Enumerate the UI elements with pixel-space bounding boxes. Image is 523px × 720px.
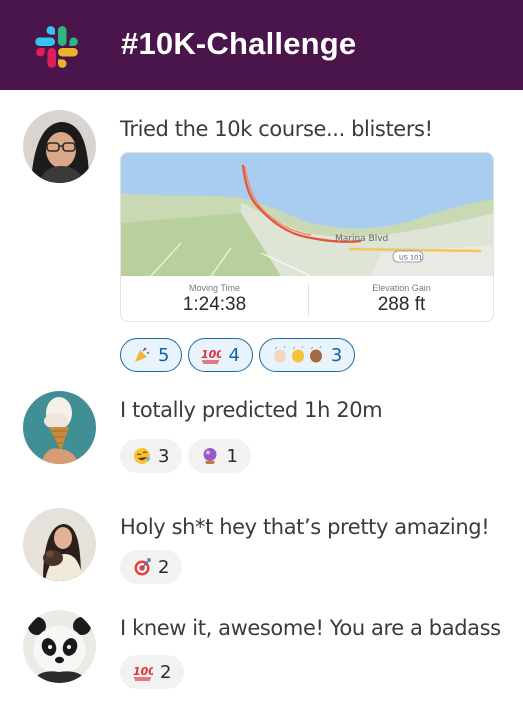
ice-cream-avatar-icon bbox=[23, 391, 96, 464]
map-road-badge: US 101 bbox=[399, 254, 422, 262]
svg-text:100: 100 bbox=[201, 348, 221, 361]
avatar[interactable] bbox=[23, 110, 96, 183]
reaction-rolling-laughing[interactable]: 3 bbox=[120, 439, 183, 473]
crystal-ball-icon bbox=[201, 447, 219, 465]
route-map: Marina Blvd US 101 bbox=[121, 153, 493, 276]
hundred-points-icon: 100 bbox=[133, 663, 153, 681]
elevation-stat: Elevation Gain 288 ft bbox=[308, 276, 493, 321]
reaction-party-popper[interactable]: 5 bbox=[120, 338, 183, 372]
reaction-count: 1 bbox=[226, 445, 238, 467]
moving-time-stat: Moving Time 1:24:38 bbox=[121, 276, 308, 321]
party-popper-icon bbox=[133, 346, 151, 364]
woman-dog-avatar-icon bbox=[23, 508, 96, 581]
reaction-bar: 5 100 4 3 bbox=[120, 338, 356, 372]
message-text: Tried the 10k course... blisters! bbox=[120, 117, 433, 141]
clapping-hands-icon bbox=[272, 346, 324, 364]
elevation-value: 288 ft bbox=[377, 294, 426, 315]
moving-time-label: Moving Time bbox=[188, 283, 241, 293]
reaction-crystal-ball[interactable]: 1 bbox=[188, 439, 251, 473]
reaction-count: 3 bbox=[330, 344, 343, 366]
channel-header: #10K-Challenge bbox=[0, 0, 523, 90]
svg-text:100: 100 bbox=[133, 665, 153, 678]
reaction-count: 5 bbox=[158, 344, 170, 366]
reaction-hundred-points[interactable]: 100 4 bbox=[188, 338, 253, 372]
reaction-clapping-hands[interactable]: 3 bbox=[258, 338, 356, 372]
reaction-bar: 3 1 bbox=[120, 439, 251, 473]
reaction-direct-hit[interactable]: 2 bbox=[120, 550, 183, 584]
avatar[interactable] bbox=[23, 508, 96, 581]
reaction-hundred-points[interactable]: 100 2 bbox=[120, 655, 185, 689]
message-text: I knew it, awesome! You are a badass bbox=[120, 616, 501, 640]
rolling-laughing-icon bbox=[133, 447, 151, 465]
reaction-bar: 2 bbox=[120, 550, 183, 584]
channel-title[interactable]: #10K-Challenge bbox=[121, 26, 356, 62]
moving-time-value: 1:24:38 bbox=[182, 294, 247, 315]
reaction-count: 3 bbox=[158, 445, 170, 467]
reaction-count: 4 bbox=[228, 344, 240, 366]
activity-card[interactable]: Marina Blvd US 101 Moving Time 1:24:38 E… bbox=[120, 152, 494, 322]
elevation-label: Elevation Gain bbox=[372, 283, 431, 293]
message-text: I totally predicted 1h 20m bbox=[120, 398, 383, 422]
reaction-bar: 100 2 bbox=[120, 655, 185, 689]
avatar[interactable] bbox=[23, 610, 96, 683]
reaction-count: 2 bbox=[158, 556, 170, 578]
direct-hit-icon bbox=[133, 558, 151, 576]
message-text: Holy sh*t hey that’s pretty amazing! bbox=[120, 515, 490, 539]
reaction-count: 2 bbox=[160, 661, 172, 683]
hundred-points-icon: 100 bbox=[201, 346, 221, 364]
woman-glasses-avatar-icon bbox=[23, 110, 96, 183]
activity-stats: Moving Time 1:24:38 Elevation Gain 288 f… bbox=[121, 276, 493, 321]
slack-logo-icon[interactable] bbox=[34, 24, 80, 70]
map-street-label: Marina Blvd bbox=[335, 234, 388, 244]
avatar[interactable] bbox=[23, 391, 96, 464]
panda-avatar-icon bbox=[23, 610, 96, 683]
